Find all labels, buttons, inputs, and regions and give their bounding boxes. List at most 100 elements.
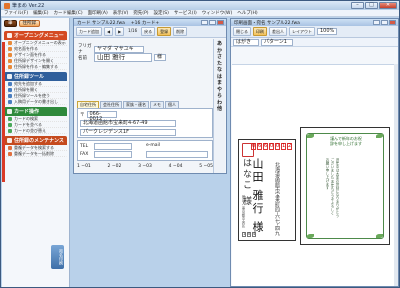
card-close-button[interactable] bbox=[217, 20, 224, 25]
menu-settings[interactable]: 設定(S) bbox=[154, 10, 169, 16]
group-checkbox[interactable]: 4 −04 bbox=[169, 164, 183, 169]
greeting-postcard[interactable]: 謹んで新年のお祝辞を申し上げます 旧年中は大変お世話になりありがとうございました… bbox=[300, 127, 390, 245]
item-icon bbox=[8, 128, 12, 133]
close-print-button[interactable]: 閉じる bbox=[233, 27, 251, 36]
tab-personal[interactable]: 個人 bbox=[165, 101, 179, 108]
layout-pattern-select[interactable]: パターン1 bbox=[261, 38, 293, 46]
zip-digit: 6 bbox=[257, 143, 262, 150]
title-bar: 筆まめ Ver.22 – □ ✕ bbox=[1, 1, 399, 10]
app-logo-icon bbox=[4, 2, 10, 9]
greeting-frame bbox=[306, 133, 384, 239]
sidebar-item[interactable]: カードの並び替え bbox=[4, 128, 67, 134]
sender-button[interactable]: 差出人 bbox=[269, 27, 287, 36]
leaf-decoration bbox=[376, 234, 383, 238]
card-window: カード サンプル22.fwa +16 カード+ カード追加 ◀ ▶ 1/16 戻… bbox=[73, 18, 227, 174]
building-field[interactable]: パークレジデンス1F bbox=[80, 129, 176, 136]
zip-digit: 0 bbox=[251, 143, 256, 150]
item-icon bbox=[8, 145, 12, 150]
item-icon bbox=[8, 81, 12, 86]
zip-field[interactable]: 066-0012 bbox=[86, 111, 117, 122]
group-checkbox[interactable]: 5 −05 bbox=[199, 164, 213, 169]
zip-row: 〒 066-0012 bbox=[80, 111, 117, 122]
honorific-select[interactable]: 様 bbox=[154, 54, 166, 61]
tab-home-address[interactable]: 自宅住所 bbox=[77, 101, 99, 108]
group-checkbox[interactable]: 2 −02 bbox=[108, 164, 122, 169]
fax-field[interactable] bbox=[94, 151, 132, 158]
tab-family[interactable]: 家族・連名 bbox=[123, 101, 149, 108]
preview-scrollbar[interactable] bbox=[394, 64, 398, 286]
name-field[interactable]: 山田 雅行 bbox=[94, 53, 152, 62]
next-card-button[interactable]: ▶ bbox=[115, 27, 125, 36]
maximize-button[interactable]: □ bbox=[365, 2, 378, 9]
sidebar: 筆 住所録 オープニングメニュー オープニングメニューの表示 宛名面を作る デザ… bbox=[2, 18, 70, 287]
card-count-text: +16 カード+ bbox=[130, 20, 160, 26]
print-window-controls bbox=[373, 20, 396, 25]
group-checkbox[interactable]: 3 −03 bbox=[138, 164, 152, 169]
sidebar-item[interactable]: 重複データを一括削除 bbox=[4, 151, 67, 157]
menu-address[interactable]: 宛先(P) bbox=[133, 10, 148, 16]
menu-edit[interactable]: 編集(E) bbox=[33, 10, 48, 16]
zip-label: 〒 bbox=[80, 112, 85, 118]
address-book-button[interactable]: 住所録 bbox=[18, 20, 40, 27]
item-icon bbox=[8, 116, 12, 121]
kana-index-other[interactable]: 他 bbox=[217, 106, 222, 113]
group-checkboxes: 1 −01 2 −02 3 −03 4 −04 5 −05 bbox=[77, 164, 213, 169]
sidebar-top-buttons: 筆 住所録 bbox=[2, 18, 69, 29]
zip-digit: 2 bbox=[287, 143, 292, 150]
address-field[interactable]: 北海道函館市宝来町4-67-49 bbox=[80, 120, 176, 127]
postal-code-boxes: 0 6 6 0 0 1 2 bbox=[251, 143, 292, 150]
preview-canvas[interactable]: 0 6 6 0 0 1 2 北海道函館市宝来町四‐六七‐四九 山田 雅行 様 は… bbox=[232, 64, 397, 286]
item-label: カードの並び替え bbox=[14, 127, 46, 133]
menu-service[interactable]: サービス(I) bbox=[174, 10, 197, 16]
menu-help[interactable]: ヘルプ(H) bbox=[237, 10, 257, 16]
tel-field[interactable] bbox=[94, 143, 132, 150]
card-minimize-button[interactable] bbox=[201, 20, 208, 25]
register-button[interactable]: 登録 bbox=[157, 27, 172, 36]
menu-icon bbox=[7, 33, 12, 38]
delete-button[interactable]: 削除 bbox=[173, 27, 188, 36]
item-label: 重複データを一括削除 bbox=[14, 150, 54, 156]
menu-print-side[interactable]: 面印刷(A) bbox=[88, 10, 108, 16]
furigana-field[interactable]: ヤマダ マサユキ bbox=[94, 45, 144, 53]
close-button[interactable]: ✕ bbox=[379, 2, 397, 9]
menu-card-edit[interactable]: カード編集(C) bbox=[53, 10, 82, 16]
email-field[interactable] bbox=[146, 151, 208, 158]
layout-button[interactable]: レイアウト bbox=[289, 27, 315, 36]
card-icon bbox=[7, 109, 12, 114]
group-checkbox[interactable]: 1 −01 bbox=[77, 164, 91, 169]
minimize-button[interactable]: – bbox=[351, 2, 364, 9]
item-icon bbox=[8, 58, 12, 63]
tab-memo[interactable]: メモ bbox=[150, 101, 164, 108]
tel-row: TEL bbox=[80, 143, 132, 150]
menu-window[interactable]: ウィンドウ(W) bbox=[202, 10, 232, 16]
name-label: 名前 bbox=[78, 55, 87, 61]
fude-button[interactable]: 筆 bbox=[4, 20, 17, 27]
prev-card-button[interactable]: ◀ bbox=[104, 27, 114, 36]
sidebar-item[interactable]: 入稿用データの書き出し bbox=[4, 99, 67, 105]
fax-row: FAX bbox=[80, 151, 132, 158]
section-opening-menu: オープニングメニュー オープニングメニューの表示 宛名面を作る デザイン面を作る… bbox=[4, 31, 67, 70]
print-subtoolbar: はがき パターン1 bbox=[231, 38, 398, 47]
leaf-decoration bbox=[307, 134, 314, 138]
zoom-select[interactable]: 100% bbox=[317, 28, 337, 35]
menu-view[interactable]: 表示(V) bbox=[113, 10, 129, 16]
print-maximize-button[interactable] bbox=[381, 20, 388, 25]
template-select[interactable]: はがき bbox=[233, 38, 259, 46]
add-card-button[interactable]: カード追加 bbox=[76, 27, 102, 36]
print-minimize-button[interactable] bbox=[373, 20, 380, 25]
address-postcard[interactable]: 0 6 6 0 0 1 2 北海道函館市宝来町四‐六七‐四九 山田 雅行 様 は… bbox=[238, 139, 296, 241]
print-vertical-tab[interactable]: 宛名印刷 bbox=[51, 245, 64, 269]
print-button[interactable]: 印刷 bbox=[253, 27, 267, 36]
undo-button[interactable]: 戻る bbox=[141, 27, 156, 36]
menu-file[interactable]: ファイル(F) bbox=[4, 10, 28, 16]
zip-digit: 6 bbox=[263, 143, 268, 150]
card-form: フリガナ ヤマダ マサユキ 名前 山田 雅行 様 自宅住所 会社住所 家族・連名… bbox=[75, 39, 214, 173]
section-title: 住所録ツール bbox=[14, 74, 45, 80]
email-field-row bbox=[146, 151, 208, 158]
tab-office-address[interactable]: 会社住所 bbox=[100, 101, 122, 108]
card-maximize-button[interactable] bbox=[209, 20, 216, 25]
print-toolbar: 閉じる 印刷 差出人 レイアウト 100% bbox=[231, 26, 398, 38]
print-close-button[interactable] bbox=[389, 20, 396, 25]
greeting-body: 旧年中は大変お世話になりありがとうございました 本年もどうぞよろしくお願い申し上… bbox=[326, 158, 340, 218]
sidebar-item[interactable]: 住所録を作る・編集する bbox=[4, 64, 67, 70]
